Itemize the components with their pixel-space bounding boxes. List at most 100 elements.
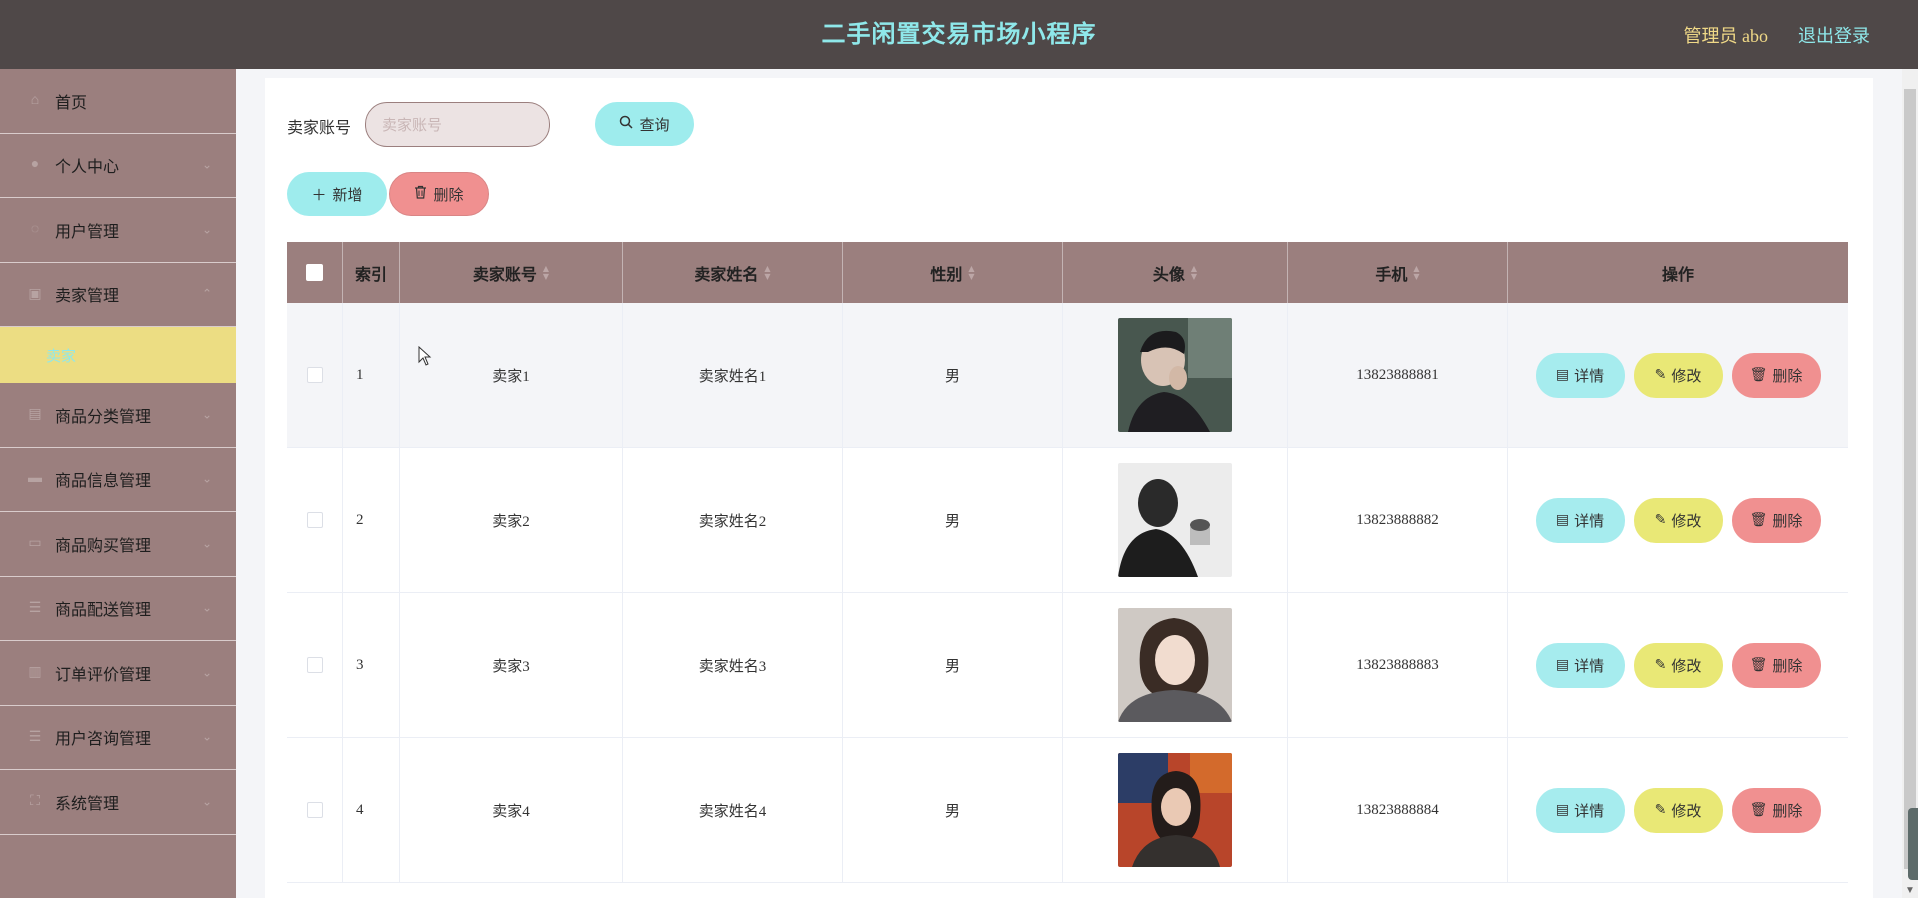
logout-link[interactable]: 退出登录: [1798, 22, 1870, 48]
sidebar-item-goods-info-management[interactable]: ▬ 商品信息管理 ⌄: [0, 448, 236, 512]
row-index: 2: [343, 448, 400, 592]
plus-icon: ＋: [311, 185, 327, 204]
avatar: [1118, 753, 1232, 867]
edit-button[interactable]: ✎ 修改: [1633, 642, 1723, 688]
column-label: 头像: [1152, 264, 1185, 284]
row-seller-account: 卖家1: [400, 303, 623, 447]
edit-label: 修改: [1671, 656, 1702, 675]
app-title: 二手闲置交易市场小程序: [821, 20, 1097, 48]
user-icon: ●: [30, 157, 40, 173]
sidebar-item-label: 订单评价管理: [55, 664, 152, 684]
delete-button[interactable]: 🗑︎ 删除: [1731, 352, 1821, 398]
pencil-icon: ✎: [1654, 512, 1667, 528]
sort-icon[interactable]: ▲ ▼: [764, 264, 770, 281]
sort-icon[interactable]: ▲ ▼: [1413, 264, 1419, 281]
sidebar-item-seller-management[interactable]: ▣ 卖家管理 ⌃: [0, 263, 236, 327]
sidebar-item-system-management[interactable]: ⛶ 系统管理 ⌄: [0, 770, 236, 835]
sort-icon[interactable]: ▲ ▼: [1191, 264, 1197, 281]
sidebar-item-label: 商品配送管理: [55, 600, 152, 620]
trash-icon: 🗑︎: [1749, 512, 1768, 528]
row-seller-account: 卖家3: [400, 593, 623, 737]
column-header-avatar[interactable]: 头像 ▲ ▼: [1063, 242, 1288, 303]
sidebar-item-category-management[interactable]: ▤ 商品分类管理 ⌄: [0, 383, 236, 448]
table-row: 1 卖家1 卖家姓名1 男 13823888881 ▤ 详情 ✎ 修改 🗑︎ 删除: [287, 303, 1848, 448]
select-all-checkbox[interactable]: [306, 264, 323, 281]
sidebar-item-purchase-management[interactable]: ▭ 商品购买管理 ⌄: [0, 512, 236, 577]
scrollbar-thumb[interactable]: [1904, 89, 1916, 869]
sidebar-item-review-management[interactable]: ▥ 订单评价管理 ⌄: [0, 641, 236, 706]
column-label: 卖家姓名: [694, 264, 759, 284]
pencil-icon: ✎: [1654, 367, 1667, 383]
edit-button[interactable]: ✎ 修改: [1633, 497, 1723, 543]
admin-user-label: 管理员 abo: [1683, 26, 1769, 46]
pencil-icon: ✎: [1654, 802, 1667, 818]
row-phone: 13823888884: [1288, 738, 1508, 882]
detail-label: 详情: [1574, 801, 1605, 820]
column-header-actions: 操作: [1508, 242, 1848, 303]
vertical-scrollbar[interactable]: ▼: [1902, 69, 1918, 898]
sidebar-item-delivery-management[interactable]: ☰ 商品配送管理 ⌄: [0, 577, 236, 641]
seller-icon: ▣: [28, 286, 42, 302]
sidebar-item-label: 商品分类管理: [55, 406, 152, 426]
chevron-down-icon: ⌄: [201, 665, 212, 680]
edit-button[interactable]: ✎ 修改: [1633, 787, 1723, 833]
floating-widget[interactable]: [1908, 808, 1918, 880]
edit-button[interactable]: ✎ 修改: [1633, 352, 1723, 398]
seller-account-search-input[interactable]: [365, 102, 550, 147]
sidebar-item-label: 首页: [55, 92, 88, 112]
column-label: 操作: [1661, 264, 1694, 284]
system-icon: ⛶: [30, 793, 40, 809]
chevron-down-icon: ⌄: [201, 536, 212, 551]
row-checkbox[interactable]: [306, 512, 323, 528]
scroll-down-arrow-icon[interactable]: ▼: [1905, 885, 1915, 896]
column-header-account[interactable]: 卖家账号 ▲ ▼: [400, 242, 623, 303]
delete-button[interactable]: 🗑︎ 删除: [1731, 497, 1821, 543]
delete-button[interactable]: 🗑︎ 删除: [1731, 642, 1821, 688]
column-header-phone[interactable]: 手机 ▲ ▼: [1288, 242, 1508, 303]
chevron-down-icon: ⌄: [201, 157, 212, 172]
users-icon: ◌: [30, 221, 40, 237]
row-seller-account: 卖家4: [400, 738, 623, 882]
trash-icon: 🗑︎: [1749, 657, 1768, 673]
column-header-gender[interactable]: 性别 ▲ ▼: [843, 242, 1063, 303]
row-checkbox[interactable]: [306, 367, 323, 383]
sidebar-subitem-seller[interactable]: 卖家: [0, 327, 236, 383]
query-button[interactable]: 查询: [595, 102, 694, 146]
column-header-name[interactable]: 卖家姓名 ▲ ▼: [623, 242, 843, 303]
table-row: 4 卖家4 卖家姓名4 男 13823888884 ▤ 详情 ✎ 修改 🗑︎ 删除: [287, 738, 1848, 883]
batch-delete-button[interactable]: 删除: [389, 172, 489, 216]
detail-button[interactable]: ▤ 详情: [1535, 352, 1625, 398]
row-seller-name: 卖家姓名4: [623, 738, 843, 882]
row-gender: 男: [843, 593, 1063, 737]
row-gender: 男: [843, 303, 1063, 447]
add-button[interactable]: ＋ 新增: [287, 172, 387, 216]
sidebar-item-user-management[interactable]: ◌ 用户管理 ⌄: [0, 198, 236, 263]
detail-button[interactable]: ▤ 详情: [1535, 787, 1625, 833]
row-seller-name: 卖家姓名3: [623, 593, 843, 737]
top-header: 二手闲置交易市场小程序 管理员 abo 退出登录: [0, 0, 1918, 69]
chevron-down-icon: ⌄: [201, 729, 212, 744]
sidebar-item-personal-center[interactable]: ● 个人中心 ⌄: [0, 134, 236, 198]
sidebar-item-consult-management[interactable]: ☰ 用户咨询管理 ⌄: [0, 706, 236, 770]
delete-label: 删除: [1772, 801, 1803, 820]
sidebar-subitem-label: 卖家: [46, 346, 77, 365]
avatar: [1118, 318, 1232, 432]
row-phone: 13823888882: [1288, 448, 1508, 592]
row-checkbox[interactable]: [306, 802, 323, 818]
row-seller-name: 卖家姓名1: [623, 303, 843, 447]
row-checkbox[interactable]: [306, 657, 323, 673]
document-icon: ▤: [1555, 657, 1570, 673]
edit-label: 修改: [1671, 366, 1702, 385]
chevron-down-icon: ⌄: [201, 222, 212, 237]
sidebar-item-home[interactable]: ⌂ 首页: [0, 69, 236, 134]
sort-icon[interactable]: ▲ ▼: [543, 264, 549, 281]
detail-label: 详情: [1574, 366, 1605, 385]
query-button-label: 查询: [639, 115, 670, 134]
trash-icon: [414, 185, 427, 203]
sort-icon[interactable]: ▲ ▼: [968, 264, 974, 281]
avatar: [1118, 608, 1232, 722]
delete-button[interactable]: 🗑︎ 删除: [1731, 787, 1821, 833]
detail-button[interactable]: ▤ 详情: [1535, 497, 1625, 543]
detail-button[interactable]: ▤ 详情: [1535, 642, 1625, 688]
delete-label: 删除: [1772, 656, 1803, 675]
